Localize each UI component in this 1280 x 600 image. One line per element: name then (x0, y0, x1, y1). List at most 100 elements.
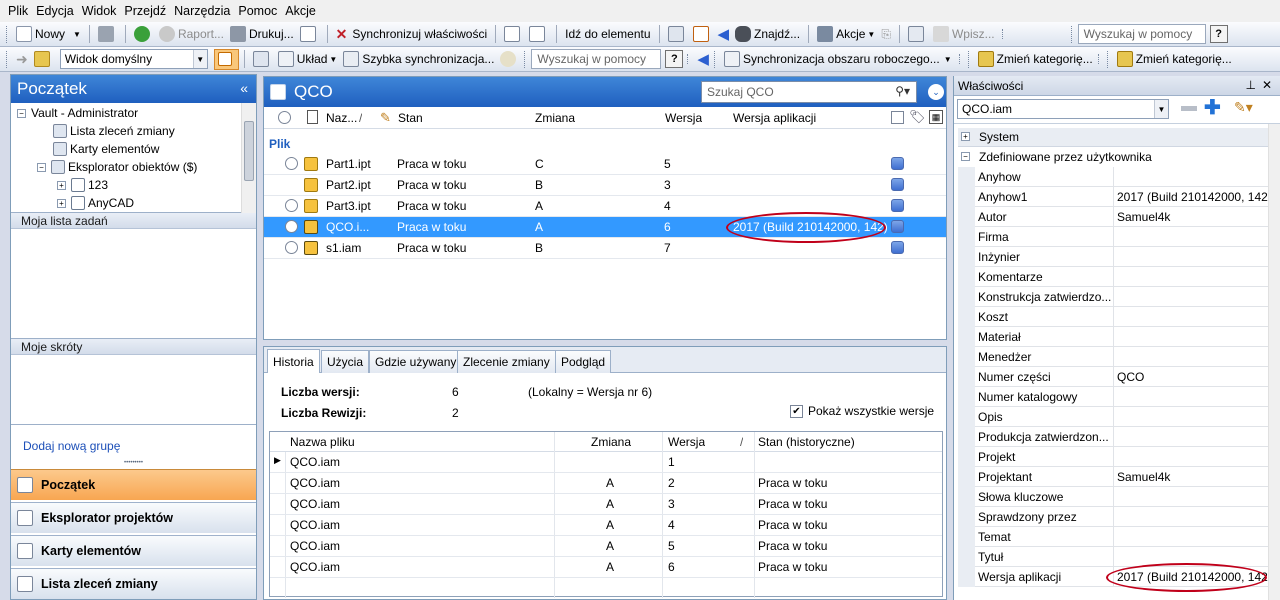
nav-item-cards[interactable]: Karty elementów (11, 535, 256, 566)
property-row[interactable]: Menedżer (975, 347, 1268, 367)
file-row[interactable]: s1.iam Praca w toku B 7 (264, 238, 946, 259)
property-value[interactable]: Samuel4k (1114, 467, 1268, 487)
col-app-version[interactable]: Wersja aplikacji (733, 111, 816, 125)
property-value[interactable] (1114, 487, 1268, 507)
property-row[interactable]: Konstrukcja zatwierdzo... (975, 287, 1268, 307)
property-row[interactable]: Temat (975, 527, 1268, 547)
property-value[interactable] (1114, 167, 1268, 187)
refresh-doc-button[interactable] (526, 24, 551, 45)
property-value[interactable] (1114, 227, 1268, 247)
tab-history[interactable]: Historia (267, 349, 320, 373)
checkbox-column-icon[interactable] (891, 111, 904, 124)
show-all-versions-checkbox[interactable]: ✔ Pokaż wszystkie wersje (790, 404, 934, 418)
print-button[interactable]: Drukuj... (227, 24, 297, 45)
property-value[interactable] (1114, 407, 1268, 427)
property-value[interactable] (1114, 427, 1268, 447)
col-hist-version[interactable]: Wersja (668, 435, 705, 449)
property-value[interactable] (1114, 347, 1268, 367)
layout-toggle-button[interactable] (213, 48, 239, 70)
property-row[interactable]: Projekt (975, 447, 1268, 467)
property-row[interactable]: Anyhow (975, 167, 1268, 187)
property-row[interactable]: Tytuł (975, 547, 1268, 567)
tab-change-order[interactable]: Zlecenie zmiany (457, 350, 556, 373)
splitter-grip[interactable]: ••••••••• (11, 460, 256, 466)
menu-view[interactable]: Widok (78, 4, 121, 18)
up-folder-button[interactable] (31, 49, 56, 70)
history-row[interactable]: QCO.iam A 6 Praca w toku (270, 557, 942, 578)
report-button[interactable]: Raport... (156, 24, 227, 45)
property-row[interactable]: Produkcja zatwierdzon... (975, 427, 1268, 447)
header-select-icon[interactable] (278, 111, 291, 124)
file-row[interactable]: Part1.ipt Praca w toku C 5 (264, 154, 946, 175)
property-row[interactable]: Numer części QCO (975, 367, 1268, 387)
col-hist-change[interactable]: Zmiana (591, 435, 631, 449)
layout-button[interactable]: Układ ▼ (275, 49, 341, 70)
col-version[interactable]: Wersja (665, 111, 702, 125)
print-icon-button[interactable] (95, 24, 120, 45)
remove-property-icon[interactable] (1181, 106, 1197, 111)
tree-item-123[interactable]: +123 (57, 176, 108, 194)
collapse-icon[interactable]: « (240, 80, 248, 96)
row-select-radio[interactable] (285, 199, 298, 212)
collapse-node-icon[interactable]: − (961, 152, 970, 161)
new-button[interactable]: Nowy ▼ (13, 24, 84, 45)
tag-icon[interactable]: 🏷 (909, 109, 926, 125)
menu-file[interactable]: Plik (4, 4, 32, 18)
property-value[interactable] (1114, 307, 1268, 327)
tree-item-item-cards[interactable]: Karty elementów (53, 140, 159, 158)
property-value[interactable] (1114, 547, 1268, 567)
property-row[interactable]: Firma (975, 227, 1268, 247)
workspace-sync-button[interactable]: Synchronizacja obszaru roboczego... ▼ (721, 49, 955, 70)
property-row[interactable]: Komentarze (975, 267, 1268, 287)
property-value[interactable]: 2017 (Build 210142000, 142) (1114, 567, 1268, 587)
help-button-2[interactable]: ? (665, 50, 684, 68)
toolbar-grip[interactable] (6, 25, 9, 43)
help-button-1[interactable]: ? (1209, 25, 1228, 43)
property-value[interactable] (1114, 447, 1268, 467)
property-row[interactable]: Autor Samuel4k (975, 207, 1268, 227)
tab-where-used[interactable]: Gdzie używany (369, 350, 463, 373)
forward-button[interactable]: ➜ (13, 49, 31, 70)
change-category-button-2[interactable]: Zmień kategorię... (1114, 49, 1235, 70)
property-value[interactable] (1114, 287, 1268, 307)
history-row[interactable]: ▶ QCO.iam 1 (270, 452, 942, 473)
back-button-2[interactable]: ◀ (694, 49, 712, 70)
close-icon[interactable]: ✕ (1262, 78, 1272, 92)
col-state[interactable]: Stan (398, 111, 423, 125)
property-row[interactable]: Sprawdzony przez (975, 507, 1268, 527)
collapse-node-icon[interactable]: − (37, 162, 46, 172)
nav-change-orders[interactable]: Lista zleceń zmiany (11, 568, 256, 599)
system-group[interactable]: + System (958, 128, 1268, 147)
history-row[interactable]: QCO.iam A 4 Praca w toku (270, 515, 942, 536)
history-row[interactable]: QCO.iam A 5 Praca w toku (270, 536, 942, 557)
nav-home[interactable]: Początek (11, 469, 256, 500)
sync-properties-button[interactable]: ✕ Synchronizuj właściwości (333, 24, 490, 45)
tree-item-vault[interactable]: − Vault - Administrator (17, 104, 138, 122)
user-defined-group[interactable]: − Zdefiniowane przez użytkownika (958, 148, 1268, 167)
copy-design-button[interactable] (905, 24, 930, 45)
quick-sync-button[interactable]: Szybka synchronizacja... (340, 49, 497, 70)
row-select-radio[interactable] (285, 241, 298, 254)
row-select-radio[interactable] (285, 157, 298, 170)
preview-button[interactable] (297, 24, 322, 45)
property-row[interactable]: Projektant Samuel4k (975, 467, 1268, 487)
property-value[interactable]: Samuel4k (1114, 207, 1268, 227)
actions-button[interactable]: Akcje ▼ (814, 24, 878, 45)
property-value[interactable] (1114, 327, 1268, 347)
file-row[interactable]: Part3.ipt Praca w toku A 4 (264, 196, 946, 217)
selected-object-combo[interactable]: QCO.iam ▼ (957, 99, 1169, 119)
pin-icon[interactable]: ⊥ (1246, 78, 1256, 92)
view-combo[interactable]: Widok domyślny ▼ (59, 49, 208, 69)
add-file-button[interactable] (501, 24, 526, 45)
help-search-input-2[interactable]: Wyszukaj w pomocy (531, 49, 662, 69)
menu-tools[interactable]: Narzędzia (170, 4, 234, 18)
property-row[interactable]: Wersja aplikacji 2017 (Build 210142000, 1… (975, 567, 1268, 587)
find-button[interactable]: Znajdź... (732, 24, 803, 45)
help-search-input-1[interactable]: Wyszukaj w pomocy (1077, 24, 1206, 44)
add-group-link[interactable]: Dodaj nową grupę (23, 439, 120, 453)
property-value[interactable]: QCO (1114, 367, 1268, 387)
property-row[interactable]: Opis (975, 407, 1268, 427)
file-row[interactable]: Part2.ipt Praca w toku B 3 (264, 175, 946, 196)
tab-preview[interactable]: Podgląd (555, 350, 612, 373)
attach-button[interactable]: ⎘ (878, 24, 894, 45)
